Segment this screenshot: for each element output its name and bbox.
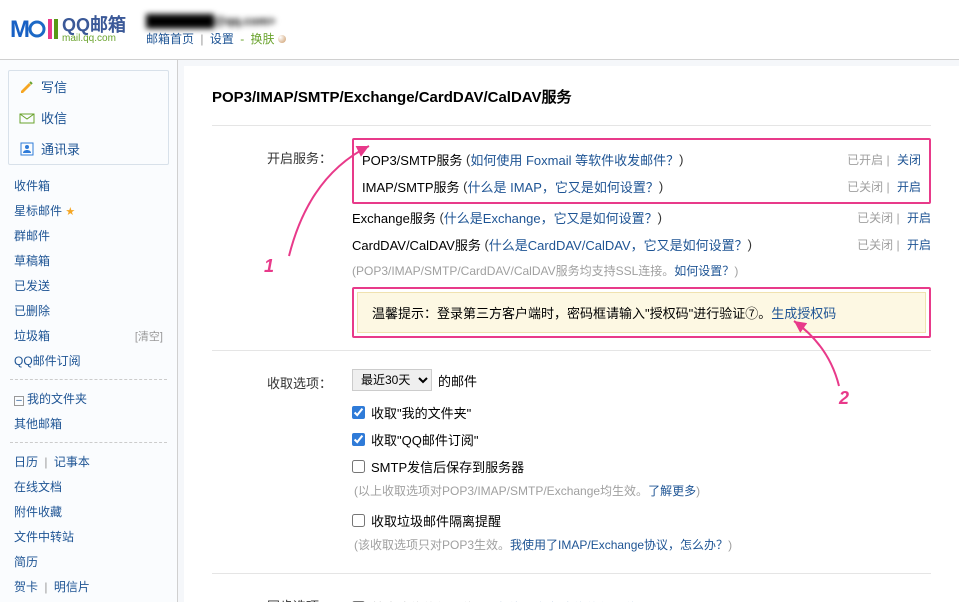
main-panel: POP3/IMAP/SMTP/Exchange/CardDAV/CalDAV服务… [178, 60, 959, 602]
imap-toggle[interactable]: 开启 [897, 180, 921, 194]
service-row-carddav: CardDAV/CalDAV服务 (什么是CardDAV/CalDAV，它又是如… [352, 231, 931, 258]
sidebar-calendar[interactable]: 日历 | 记事本 [14, 453, 90, 470]
ssl-help-link[interactable]: 如何设置？ [674, 264, 734, 278]
nav-home-link[interactable]: 邮箱首页 [146, 32, 194, 46]
checkbox-junk-remind[interactable] [352, 514, 365, 527]
sidebar-my-folders[interactable]: –我的文件夹 [14, 390, 87, 407]
pencil-icon [19, 79, 35, 95]
service-row-exchange: Exchange服务 (什么是Exchange，它又是如何设置？) 已关闭 | … [352, 204, 931, 231]
contacts-icon [19, 141, 35, 157]
checkbox-smtp-save[interactable] [352, 460, 365, 473]
logo[interactable]: M QQ邮箱 mail.qq.com [10, 13, 126, 47]
generate-auth-code-link[interactable]: 生成授权码 [771, 306, 836, 321]
top-nav: 邮箱首页 | 设置 - 换肤 [146, 30, 286, 48]
sidebar-transfer[interactable]: 文件中转站 [14, 528, 74, 545]
pop3-toggle[interactable]: 关闭 [897, 153, 921, 167]
ssl-note: (POP3/IMAP/SMTP/CardDAV/CalDAV服务均支持SSL连接… [352, 262, 931, 279]
sidebar-docs[interactable]: 在线文档 [14, 478, 62, 495]
highlight-box-2: 温馨提示：登录第三方客户端时，密码框请输入"授权码"进行验证⑦。生成授权码 [352, 287, 931, 338]
logo-subtitle: mail.qq.com [62, 34, 126, 44]
logo-title: QQ邮箱 [62, 16, 126, 34]
nav-skin-link[interactable]: 换肤 [251, 32, 275, 46]
nav-settings-link[interactable]: 设置 [210, 32, 234, 46]
sidebar-attach[interactable]: 附件收藏 [14, 503, 62, 520]
sidebar-deleted[interactable]: 已删除 [14, 302, 50, 319]
account-email: ████████@qq.com> [146, 12, 286, 30]
trash-empty-action[interactable]: [清空] [135, 328, 163, 344]
junk-help-link[interactable]: 我使用了IMAP/Exchange协议，怎么办？ [510, 538, 728, 552]
top-bar: M QQ邮箱 mail.qq.com ████████@qq.com> 邮箱首页… [0, 0, 959, 60]
receive-button[interactable]: 收信 [9, 102, 168, 133]
service-row-imap: IMAP/SMTP服务 (什么是 IMAP，它又是如何设置？) 已关闭 | 开启 [362, 173, 921, 200]
forbid-help-link[interactable]: 为什么会有收信软件删信？ [495, 598, 651, 602]
contacts-button[interactable]: 通讯录 [9, 133, 168, 164]
sidebar: 写信 收信 通讯录 收件箱 星标邮件 ★ 群邮件 草稿箱 已发送 已删除 垃圾箱… [0, 60, 178, 602]
section-title: POP3/IMAP/SMTP/Exchange/CardDAV/CalDAV服务 [212, 86, 931, 107]
mail-logo-icon: M [10, 13, 58, 47]
sidebar-inbox[interactable]: 收件箱 [14, 177, 50, 194]
collapse-icon: – [14, 396, 24, 406]
svg-text:M: M [10, 16, 30, 43]
sidebar-trash[interactable]: 垃圾箱 [14, 327, 50, 344]
label-receive: 收取选项： [212, 363, 332, 561]
star-icon: ★ [65, 206, 75, 218]
sidebar-drafts[interactable]: 草稿箱 [14, 252, 50, 269]
compose-button[interactable]: 写信 [9, 71, 168, 102]
sidebar-card[interactable]: 贺卡 | 明信片 [14, 578, 90, 595]
highlight-box-1: POP3/SMTP服务 (如何使用 Foxmail 等软件收发邮件？) 已开启 … [352, 138, 931, 204]
service-row-pop3: POP3/SMTP服务 (如何使用 Foxmail 等软件收发邮件？) 已开启 … [362, 146, 921, 173]
sidebar-sent[interactable]: 已发送 [14, 277, 50, 294]
carddav-help-link[interactable]: 什么是CardDAV/CalDAV，它又是如何设置？ [489, 235, 748, 254]
label-service: 开启服务： [212, 138, 332, 338]
envelope-icon [19, 110, 35, 126]
skin-dot-icon [278, 35, 286, 43]
sidebar-group[interactable]: 群邮件 [14, 227, 50, 244]
recent-days-select[interactable]: 最近30天 [352, 369, 432, 391]
checkbox-subscribe[interactable] [352, 433, 365, 446]
checkbox-myfolder[interactable] [352, 406, 365, 419]
sidebar-other-mailbox[interactable]: 其他邮箱 [14, 415, 62, 432]
exchange-help-link[interactable]: 什么是Exchange，它又是如何设置？ [444, 208, 658, 227]
label-sync: 同步选项： [212, 586, 332, 602]
pop3-help-link[interactable]: 如何使用 Foxmail 等软件收发邮件？ [470, 150, 679, 169]
sidebar-resume[interactable]: 简历 [14, 553, 38, 570]
imap-help-link[interactable]: 什么是 IMAP，它又是如何设置？ [467, 177, 658, 196]
smtp-learn-more-link[interactable]: 了解更多 [648, 484, 696, 498]
carddav-toggle[interactable]: 开启 [907, 238, 931, 252]
exchange-toggle[interactable]: 开启 [907, 211, 931, 225]
sidebar-subscription[interactable]: QQ邮件订阅 [14, 352, 81, 369]
sidebar-starred[interactable]: 星标邮件 ★ [14, 202, 75, 219]
